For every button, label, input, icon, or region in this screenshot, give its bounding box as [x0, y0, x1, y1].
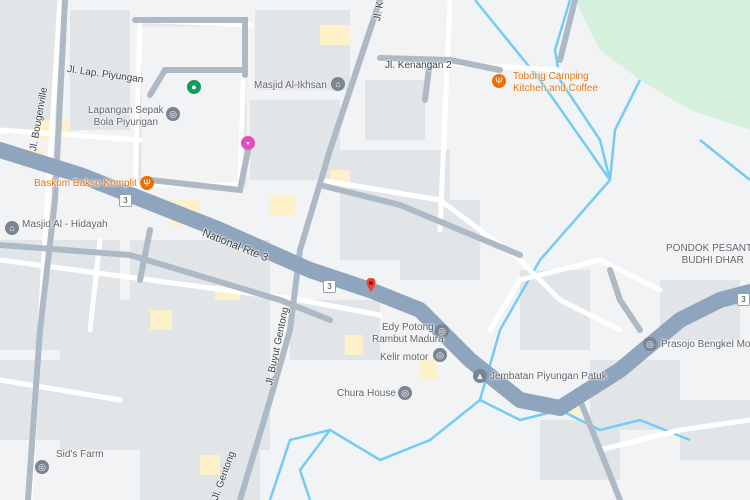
place-label-pondok[interactable]: PONDOK PESANTR BUDHI DHAR: [666, 243, 750, 267]
hotel-icon[interactable]: ▪: [241, 136, 255, 150]
place-label-sids-farm[interactable]: Sid's Farm: [56, 449, 103, 461]
road-label-kenangan-2: Jl. Kenangan 2: [385, 60, 452, 71]
place-label-lapangan[interactable]: Lapangan Sepak Bola Piyungan: [88, 105, 164, 129]
place-label-jembatan[interactable]: Jembatan Piyungan Patuk: [490, 371, 607, 383]
route-shield-icon: 3: [119, 194, 132, 207]
place-label-masjid-ikhsan[interactable]: Masjid Al-Ikhsan: [254, 80, 327, 92]
mosque-icon[interactable]: ⌂: [331, 77, 345, 91]
place-label-toboria[interactable]: Toborig Camping Kitchen and Coffee: [513, 71, 598, 95]
map-canvas[interactable]: Jl. Bougenville Jl. Lap. Piyungan Jl. Ke…: [0, 0, 750, 500]
restaurant-icon[interactable]: Ψ: [492, 74, 506, 88]
park-icon[interactable]: ●: [187, 80, 201, 94]
mosque-icon[interactable]: ⌂: [5, 221, 19, 235]
route-shield-icon: 3: [737, 293, 750, 306]
route-shield-icon: 3: [323, 280, 336, 293]
place-label-masjid-hidayah[interactable]: Masjid Al - Hidayah: [22, 219, 108, 231]
store-icon[interactable]: ◎: [35, 460, 49, 474]
restaurant-icon[interactable]: Ψ: [140, 176, 154, 190]
place-label-kelir[interactable]: Kelir motor: [380, 352, 428, 364]
store-icon[interactable]: ◎: [433, 348, 447, 362]
store-icon[interactable]: ◎: [398, 386, 412, 400]
landmark-icon[interactable]: ▲: [473, 369, 487, 383]
place-label-chura[interactable]: Chura House: [337, 388, 396, 400]
place-label-prasojo[interactable]: Prasojo Bengkel Mo: [661, 339, 750, 351]
store-icon[interactable]: ◎: [643, 337, 657, 351]
sports-icon[interactable]: ◎: [166, 107, 180, 121]
place-label-baskom[interactable]: Baskom Bakso Komplit: [34, 178, 137, 190]
place-label-edy[interactable]: Edy Potong Rambut Madura: [372, 322, 444, 346]
park-area: [575, 0, 750, 130]
